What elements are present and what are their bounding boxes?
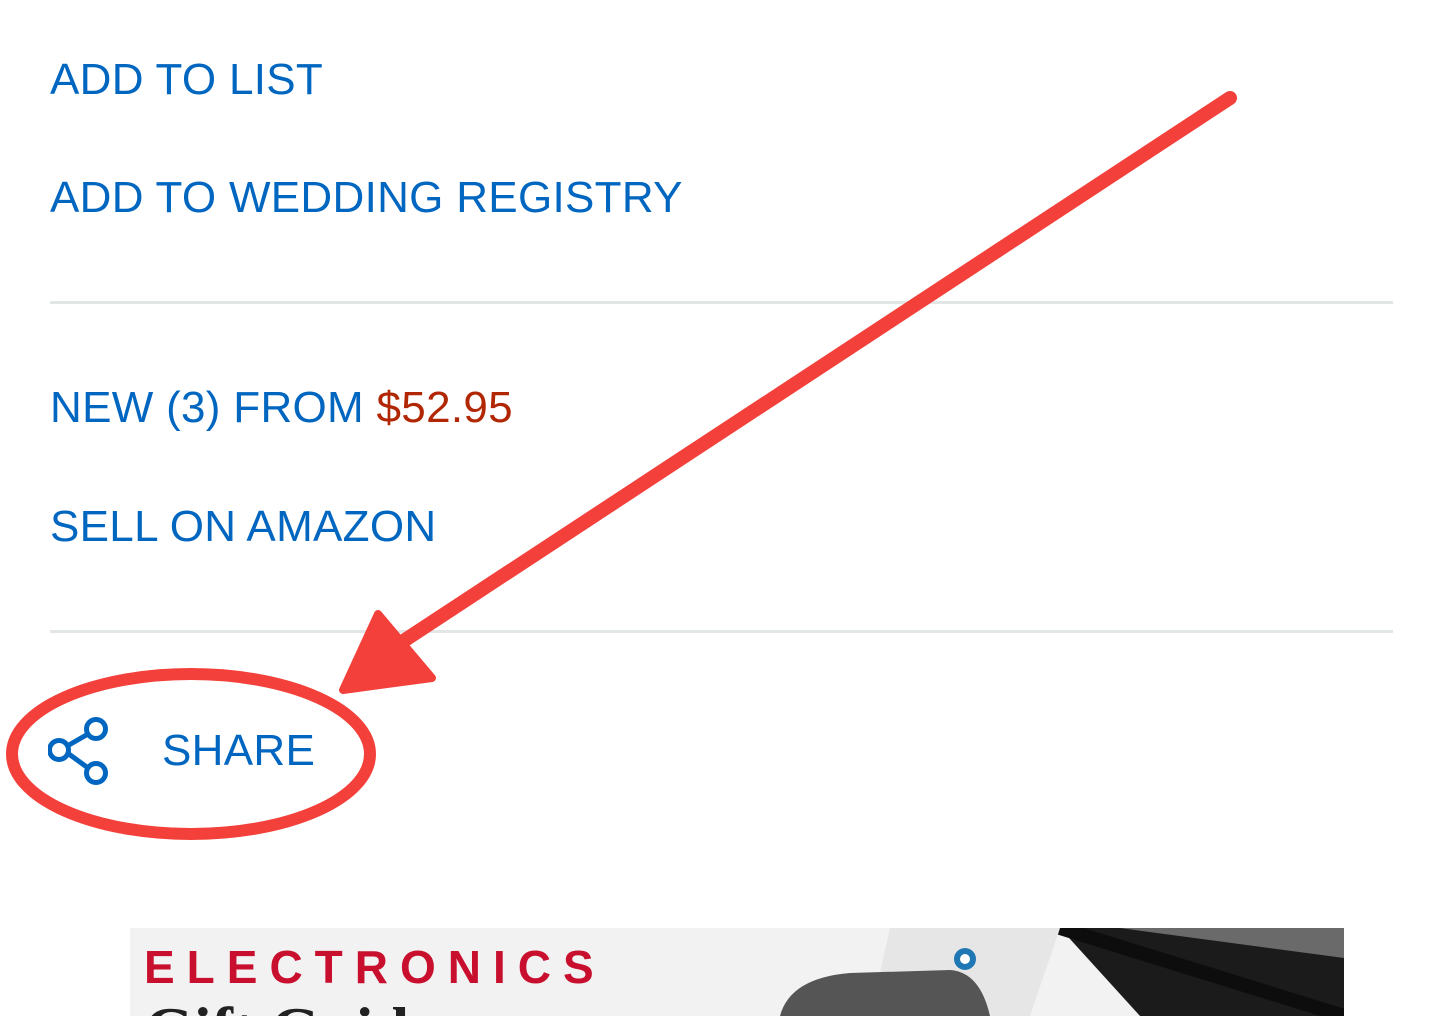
new-offers-link[interactable]: NEW (3) FROM $52.95 <box>50 382 513 434</box>
share-icon <box>48 717 108 785</box>
banner-title: ELECTRONICS <box>144 941 606 993</box>
banner-subtitle: Gift Guide <box>144 998 437 1016</box>
new-offers-price: $52.95 <box>376 383 513 432</box>
add-to-list-link[interactable]: ADD TO LIST <box>50 54 323 106</box>
share-button[interactable]: SHARE <box>48 714 315 788</box>
share-label: SHARE <box>162 726 316 775</box>
add-to-wedding-registry-link[interactable]: ADD TO WEDDING REGISTRY <box>50 172 683 224</box>
divider <box>50 630 1393 633</box>
divider <box>50 301 1393 304</box>
product-actions-page: ADD TO LIST ADD TO WEDDING REGISTRY NEW … <box>0 0 1440 1016</box>
electronics-gift-guide-banner[interactable]: ELECTRONICS Gift Guide <box>130 928 1344 1016</box>
new-offers-label: NEW (3) FROM <box>50 383 377 432</box>
sell-on-amazon-link[interactable]: SELL ON AMAZON <box>50 501 436 553</box>
